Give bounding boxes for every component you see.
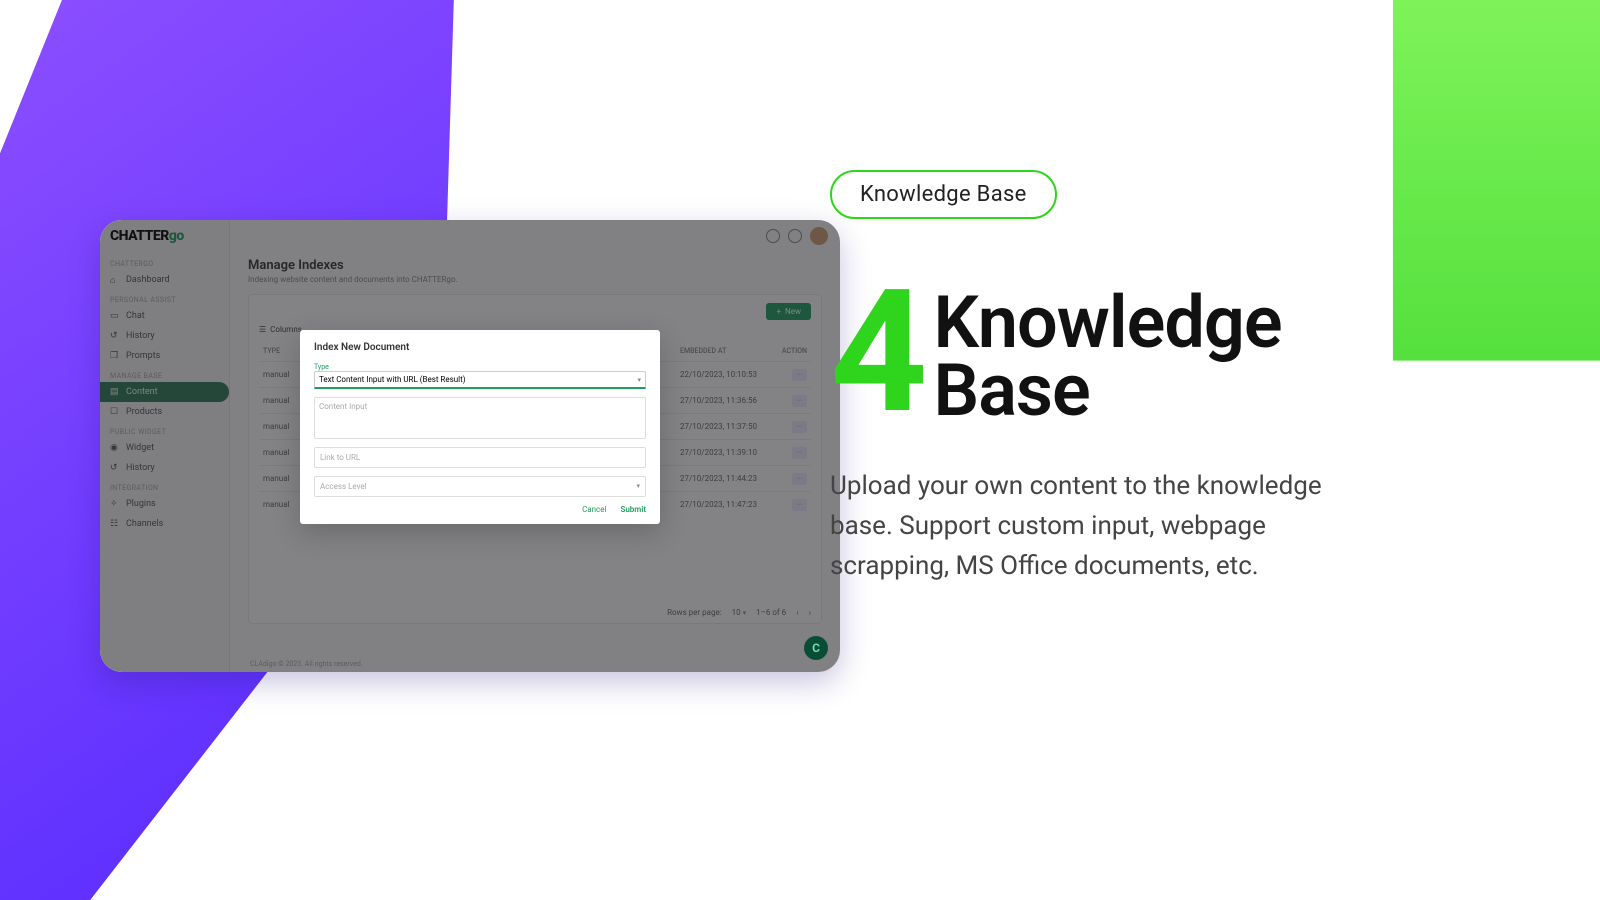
chat-fab[interactable]: C <box>804 636 828 660</box>
app-screenshot: CHATTERgo CHATTERGO ⌂Dashboard PERSONAL … <box>100 220 840 672</box>
promo-section: Knowledge Base 4 Knowledge Base Upload y… <box>830 170 1430 587</box>
promo-title-line1: Knowledge <box>934 289 1282 357</box>
promo-badge: Knowledge Base <box>830 170 1057 219</box>
type-select[interactable]: Text Content Input with URL (Best Result… <box>314 371 646 389</box>
modal-title: Index New Document <box>314 342 646 353</box>
access-select[interactable]: Access Level ▾ <box>314 476 646 497</box>
promo-description: Upload your own content to the knowledge… <box>830 466 1390 587</box>
modal-actions: Cancel Submit <box>314 505 646 514</box>
chevron-down-icon: ▾ <box>636 482 640 491</box>
chat-fab-icon: C <box>812 641 820 655</box>
type-field: Type Text Content Input with URL (Best R… <box>314 363 646 389</box>
url-input[interactable]: Link to URL <box>314 447 646 468</box>
content-field: Content Input <box>314 397 646 439</box>
promo-title-line2: Base <box>934 357 1282 425</box>
chevron-down-icon: ▾ <box>637 376 641 384</box>
cancel-button[interactable]: Cancel <box>582 505 606 514</box>
access-field: Access Level ▾ <box>314 476 646 497</box>
content-textarea[interactable]: Content Input <box>314 397 646 439</box>
url-field: Link to URL <box>314 447 646 468</box>
type-label: Type <box>314 363 646 371</box>
promo-heading: 4 Knowledge Base <box>830 289 1430 426</box>
access-select-placeholder: Access Level <box>320 482 367 491</box>
type-select-value: Text Content Input with URL (Best Result… <box>319 375 466 384</box>
submit-button[interactable]: Submit <box>620 505 646 514</box>
index-new-document-modal: Index New Document Type Text Content Inp… <box>300 330 660 524</box>
promo-number: 4 <box>830 289 928 417</box>
